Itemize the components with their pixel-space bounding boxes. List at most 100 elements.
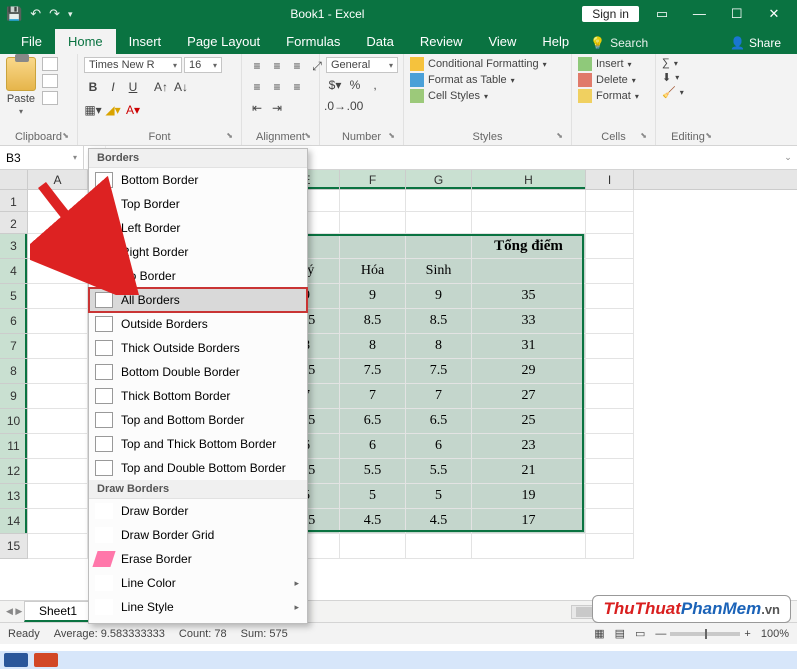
menu-item-left-border[interactable]: Left Border (89, 216, 307, 240)
row-header-8[interactable]: 8 (0, 359, 28, 384)
tab-insert[interactable]: Insert (116, 29, 175, 54)
align-right-icon[interactable]: ≡ (288, 78, 306, 96)
row-header-1[interactable]: 1 (0, 190, 28, 212)
cell[interactable]: 8 (406, 334, 472, 359)
menu-item-thick-outside-borders[interactable]: Thick Outside Borders (89, 336, 307, 360)
cell[interactable]: 8 (340, 334, 406, 359)
menu-item-top-and-bottom-border[interactable]: Top and Bottom Border (89, 408, 307, 432)
column-header-A[interactable]: A (28, 170, 88, 189)
cell[interactable]: 5.5 (406, 459, 472, 484)
cell[interactable] (28, 259, 88, 284)
name-box[interactable]: B3▾ (0, 146, 84, 169)
cell[interactable]: 6 (406, 434, 472, 459)
cell[interactable] (28, 212, 88, 234)
menu-item-erase-border[interactable]: Erase Border (89, 547, 307, 571)
underline-button[interactable]: U (124, 78, 142, 96)
cell[interactable]: 9 (340, 284, 406, 309)
menu-item-top-and-double-bottom-border[interactable]: Top and Double Bottom Border (89, 456, 307, 480)
cell[interactable]: 4.5 (340, 509, 406, 534)
sign-in-button[interactable]: Sign in (582, 6, 639, 22)
cell[interactable]: 5.5 (340, 459, 406, 484)
tell-me-search[interactable]: 💡Search (582, 32, 656, 54)
menu-item-draw-border-grid[interactable]: Draw Border Grid (89, 523, 307, 547)
menu-item-right-border[interactable]: Right Border (89, 240, 307, 264)
row-header-9[interactable]: 9 (0, 384, 28, 409)
menu-item-top-and-thick-bottom-border[interactable]: Top and Thick Bottom Border (89, 432, 307, 456)
insert-cells-button[interactable]: Insert▾ (578, 57, 639, 71)
align-top-icon[interactable]: ≡ (248, 57, 266, 75)
cell[interactable]: 5 (340, 484, 406, 509)
row-header-10[interactable]: 10 (0, 409, 28, 434)
comma-icon[interactable]: , (366, 76, 384, 94)
cell[interactable] (472, 190, 586, 212)
menu-item-bottom-border[interactable]: Bottom Border (89, 168, 307, 192)
cell[interactable] (586, 234, 634, 259)
cell[interactable]: Tổng điểm (472, 234, 586, 259)
zoom-level[interactable]: 100% (761, 628, 789, 640)
clear-button[interactable]: 🧹 ▾ (662, 86, 684, 99)
cell[interactable] (406, 234, 472, 259)
menu-item-outside-borders[interactable]: Outside Borders (89, 312, 307, 336)
format-as-table-button[interactable]: Format as Table▾ (410, 73, 547, 87)
tab-data[interactable]: Data (353, 29, 406, 54)
italic-button[interactable]: I (104, 78, 122, 96)
increase-font-icon[interactable]: A↑ (152, 78, 170, 96)
cell[interactable]: 9 (406, 284, 472, 309)
cell[interactable] (586, 212, 634, 234)
save-icon[interactable]: 💾 (6, 6, 22, 22)
font-name-dropdown[interactable]: Times New R▾ (84, 57, 182, 73)
cell[interactable] (472, 212, 586, 234)
cell[interactable]: Sinh (406, 259, 472, 284)
decrease-decimal-icon[interactable]: .00 (346, 97, 364, 115)
tab-home[interactable]: Home (55, 29, 116, 54)
column-header-F[interactable]: F (340, 170, 406, 189)
accounting-icon[interactable]: $▾ (326, 76, 344, 94)
share-button[interactable]: 👤Share (722, 32, 789, 54)
expand-formula-bar-icon[interactable]: ⌄ (779, 146, 797, 169)
cell[interactable]: 6 (340, 434, 406, 459)
cell[interactable] (586, 409, 634, 434)
sheet-tab-1[interactable]: Sheet1 (24, 601, 92, 622)
font-color-button[interactable]: A▾ (124, 101, 142, 119)
cell[interactable] (28, 359, 88, 384)
undo-icon[interactable]: ↶ (30, 6, 41, 22)
cell[interactable] (586, 190, 634, 212)
cell[interactable] (28, 484, 88, 509)
cell[interactable]: 8.5 (406, 309, 472, 334)
cell[interactable] (28, 284, 88, 309)
cell[interactable] (28, 434, 88, 459)
row-header-6[interactable]: 6 (0, 309, 28, 334)
cell[interactable]: 4.5 (406, 509, 472, 534)
conditional-formatting-button[interactable]: Conditional Formatting▾ (410, 57, 547, 71)
cell[interactable] (472, 259, 586, 284)
cell[interactable] (586, 284, 634, 309)
cut-icon[interactable] (42, 57, 58, 71)
row-header-12[interactable]: 12 (0, 459, 28, 484)
fill-button[interactable]: ⬇ ▾ (662, 71, 684, 84)
maximize-icon[interactable]: ☐ (720, 6, 754, 22)
cell[interactable] (586, 259, 634, 284)
align-center-icon[interactable]: ≡ (268, 78, 286, 96)
cell[interactable]: 7 (340, 384, 406, 409)
row-header-7[interactable]: 7 (0, 334, 28, 359)
align-bottom-icon[interactable]: ≡ (288, 57, 306, 75)
row-header-15[interactable]: 15 (0, 534, 28, 559)
menu-item-no-border[interactable]: No Border (89, 264, 307, 288)
decrease-indent-icon[interactable]: ⇤ (248, 99, 266, 117)
row-header-5[interactable]: 5 (0, 284, 28, 309)
row-header-2[interactable]: 2 (0, 212, 28, 234)
cell[interactable] (586, 509, 634, 534)
cell[interactable]: 7.5 (406, 359, 472, 384)
cell[interactable] (340, 234, 406, 259)
tab-page-layout[interactable]: Page Layout (174, 29, 273, 54)
cell[interactable] (586, 359, 634, 384)
cell[interactable]: 29 (472, 359, 586, 384)
menu-item-top-border[interactable]: Top Border (89, 192, 307, 216)
menu-item-bottom-double-border[interactable]: Bottom Double Border (89, 360, 307, 384)
powerpoint-app-icon[interactable] (34, 653, 58, 667)
cell[interactable]: Hóa (340, 259, 406, 284)
row-header-3[interactable]: 3 (0, 234, 28, 259)
align-left-icon[interactable]: ≡ (248, 78, 266, 96)
cell[interactable] (406, 534, 472, 559)
cell[interactable] (28, 234, 88, 259)
